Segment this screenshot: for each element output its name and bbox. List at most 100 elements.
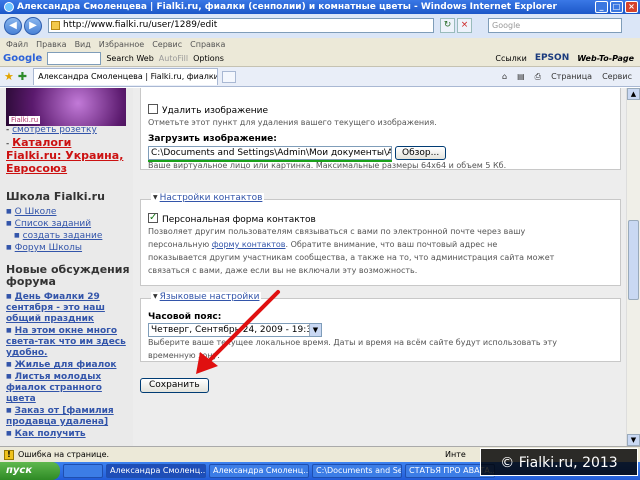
menu-view[interactable]: Вид — [75, 40, 91, 49]
links-label[interactable]: Ссылки — [495, 54, 526, 63]
delete-image-hint: Отметьте этот пункт для удаления вашего … — [148, 118, 437, 127]
contact-form-link[interactable]: форму контактов — [212, 240, 286, 249]
create-task-link[interactable]: создать задание — [23, 231, 103, 241]
tools-menu[interactable]: Сервис — [602, 72, 632, 81]
taskbar-item[interactable]: Александра Смоленц... — [209, 464, 309, 478]
contact-form-checkbox[interactable] — [148, 212, 158, 223]
google-search-field[interactable] — [47, 51, 102, 65]
list-item: Как получить — [6, 428, 130, 440]
contact-hint-line: связаться с вами, даже если вы не включа… — [148, 266, 418, 275]
menu-tools[interactable]: Сервис — [152, 40, 182, 49]
avatar: Fialki.ru — [6, 88, 126, 126]
ie-logo-icon — [4, 2, 14, 12]
list-item: На этом окне много света-так что им здес… — [6, 325, 130, 359]
view-rosette-link[interactable]: смотреть розетку — [12, 125, 97, 135]
taskbar-item[interactable]: Александра Смоленц... — [106, 464, 206, 478]
minimize-button[interactable]: _ — [595, 1, 608, 13]
delete-image-label: Удалить изображение — [162, 106, 269, 116]
language-legend[interactable]: ▼ Языковые настройки — [151, 292, 262, 302]
tab-active[interactable]: Александра Смоленцева | Fialki.ru, фиалк… — [33, 68, 219, 85]
contact-hint: Позволяет другим пользователям связывать… — [148, 225, 618, 277]
sidebar: Fialki.ru - смотреть розетку - Каталоги … — [0, 88, 133, 446]
copyright-watermark: © Fialki.ru, 2013 — [480, 448, 638, 476]
delete-image-checkbox[interactable] — [148, 104, 158, 114]
back-icon[interactable]: ◀ — [4, 17, 22, 35]
timezone-label: Часовой пояс: — [148, 312, 222, 322]
forum-topic-link[interactable]: День Фиалки 29 сентября - это наш общий … — [6, 292, 105, 324]
page-menu[interactable]: Страница — [551, 72, 592, 81]
search-input[interactable]: Google — [488, 18, 622, 33]
warning-icon[interactable]: ! — [4, 449, 14, 460]
url-text: http://www.fialki.ru/user/1289/edit — [63, 20, 218, 30]
scroll-down-icon[interactable]: ▼ — [627, 434, 640, 446]
contact-hint-line: Позволяет другим пользователям связывать… — [148, 227, 526, 236]
add-favorite-icon[interactable]: ✚ — [18, 70, 27, 83]
forum-topic-link[interactable]: Жилье для фиалок — [15, 360, 117, 370]
menu-favorites[interactable]: Избранное — [99, 40, 144, 49]
school-heading: Школа Fialki.ru — [6, 190, 105, 203]
timezone-select[interactable]: Четверг, Сентябрь 24, 2009 - 19:32 +0300… — [148, 323, 322, 337]
contact-form-label: Персональная форма контактов — [162, 215, 316, 225]
catalog-link[interactable]: Каталоги Fialki.ru: Украина, Евросоюз — [6, 136, 123, 175]
zone-text: Инте — [445, 450, 466, 459]
school-forum-link[interactable]: Форум Школы — [15, 243, 82, 253]
contact-hint-text: . Обратите внимание, что ваш почтовый ад… — [285, 240, 498, 249]
web-to-page-button[interactable]: Web-To-Page — [577, 54, 634, 63]
menu-file[interactable]: Файл — [6, 40, 28, 49]
browse-button[interactable]: Обзор... — [395, 146, 447, 160]
vertical-scrollbar[interactable]: ▲ ▼ — [626, 88, 640, 446]
list-item: Список заданий — [6, 218, 130, 230]
forward-icon[interactable]: ▶ — [24, 17, 42, 35]
forum-topic-link[interactable]: Как получить — [15, 429, 86, 439]
forum-topic-link[interactable]: На этом окне много света-так что им здес… — [6, 326, 126, 358]
taskbar-item[interactable]: C:\Documents and Se... — [312, 464, 402, 478]
list-item: О Школе — [6, 206, 130, 218]
autofill-button[interactable]: AutoFill — [159, 54, 188, 63]
list-item: создать задание — [6, 230, 130, 242]
new-tab-button[interactable] — [222, 70, 237, 83]
upload-hint: Ваше виртуальное лицо или картинка. Макс… — [148, 161, 507, 170]
status-text[interactable]: Ошибка на странице. — [18, 450, 109, 459]
tasks-list-link[interactable]: Список заданий — [15, 219, 91, 229]
url-field[interactable]: http://www.fialki.ru/user/1289/edit — [48, 18, 434, 33]
address-bar: ◀ ▶ http://www.fialki.ru/user/1289/edit … — [0, 14, 640, 38]
menu-help[interactable]: Справка — [190, 40, 225, 49]
upload-path-field[interactable]: C:\Documents and Settings\Admin\Мои доку… — [148, 146, 392, 160]
main-content: Удалить изображение Отметьте этот пункт … — [133, 88, 626, 446]
menu-bar: Файл Правка Вид Избранное Сервис Справка — [0, 38, 640, 50]
print-icon[interactable]: ⎙ — [535, 72, 541, 82]
list-item: Листья молодых фиалок странного цвета — [6, 371, 130, 405]
scroll-thumb[interactable] — [628, 220, 639, 300]
collapse-triangle-icon: ▼ — [153, 293, 158, 300]
close-button[interactable]: × — [625, 1, 638, 13]
contact-legend[interactable]: ▼ Настройки контактов — [151, 193, 265, 203]
forum-heading: Новые обсуждения форума — [6, 263, 130, 288]
page-viewport: Fialki.ru - смотреть розетку - Каталоги … — [0, 88, 640, 446]
search-web-button[interactable]: Search Web — [106, 54, 153, 63]
forum-topic-link[interactable]: Листья молодых фиалок странного цвета — [6, 372, 102, 404]
start-button[interactable]: пуск — [0, 462, 60, 480]
window-titlebar: Александра Смоленцева | Fialki.ru, фиалк… — [0, 0, 640, 14]
language-fieldset: ▼ Языковые настройки Часовой пояс: Четвер… — [140, 292, 621, 362]
favorites-star-icon[interactable]: ★ — [4, 70, 14, 83]
home-icon[interactable]: ⌂ — [502, 72, 507, 81]
quicklaunch[interactable] — [63, 464, 103, 478]
scroll-up-icon[interactable]: ▲ — [627, 88, 640, 100]
contact-hint-line: показывается другим участникам сообществ… — [148, 253, 555, 262]
feeds-icon[interactable]: ▤ — [517, 72, 525, 81]
list-item: Заказ от [фамилия продавца удалена] — [6, 405, 130, 428]
maximize-button[interactable]: □ — [610, 1, 623, 13]
collapse-triangle-icon: ▼ — [153, 194, 158, 201]
options-button[interactable]: Options — [193, 54, 224, 63]
menu-edit[interactable]: Правка — [36, 40, 66, 49]
timezone-hint-line: временную зону. — [148, 351, 220, 360]
stop-icon[interactable]: × — [457, 18, 472, 33]
refresh-icon[interactable]: ↻ — [440, 18, 455, 33]
chevron-down-icon: ▼ — [309, 324, 321, 336]
timezone-value: Четверг, Сентябрь 24, 2009 - 19:32 +0300 — [151, 325, 321, 335]
forum-topic-link[interactable]: Заказ от [фамилия продавца удалена] — [6, 406, 114, 427]
epson-logo: EPSON — [534, 53, 570, 63]
google-logo: Google — [3, 52, 43, 64]
school-about-link[interactable]: О Школе — [15, 207, 57, 217]
save-button[interactable]: Сохранить — [140, 378, 209, 393]
